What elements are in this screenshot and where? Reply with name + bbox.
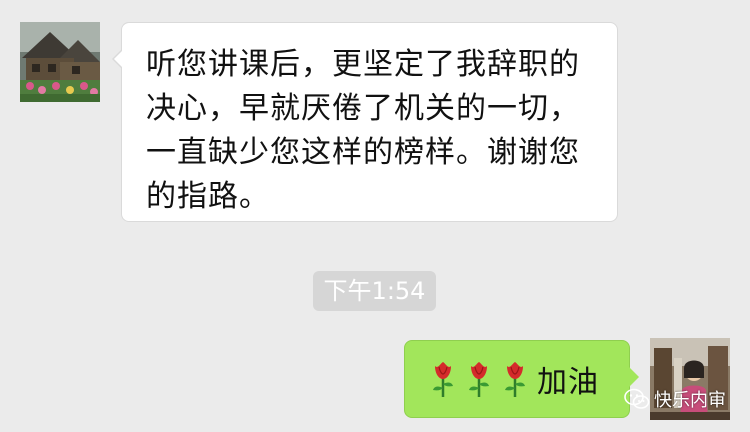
outgoing-message-text: 加油 xyxy=(537,365,599,400)
watermark-text: 快乐内审 xyxy=(654,390,726,411)
rose-icon xyxy=(433,362,453,397)
outgoing-message-bubble[interactable]: 加油 xyxy=(404,340,639,418)
emoji-group xyxy=(427,360,531,398)
rose-icon xyxy=(505,362,525,397)
incoming-message-text: 听您讲课后，更坚定了我辞职的决心，早就厌倦了机关的一切，一直缺少您这样的榜样。谢… xyxy=(146,47,580,214)
rose-icon xyxy=(469,362,489,397)
house-photo-icon xyxy=(20,22,100,102)
chat-window: 听您讲课后，更坚定了我辞职的决心，早就厌倦了机关的一切，一直缺少您这样的榜样。谢… xyxy=(0,0,750,432)
wechat-icon xyxy=(624,388,650,409)
incoming-message-bubble[interactable]: 听您讲课后，更坚定了我辞职的决心，早就厌倦了机关的一切，一直缺少您这样的榜样。谢… xyxy=(112,22,618,222)
sender-avatar[interactable] xyxy=(20,22,100,102)
watermark: 快乐内审 xyxy=(624,386,726,412)
message-timestamp: 下午1:54 xyxy=(313,271,436,311)
